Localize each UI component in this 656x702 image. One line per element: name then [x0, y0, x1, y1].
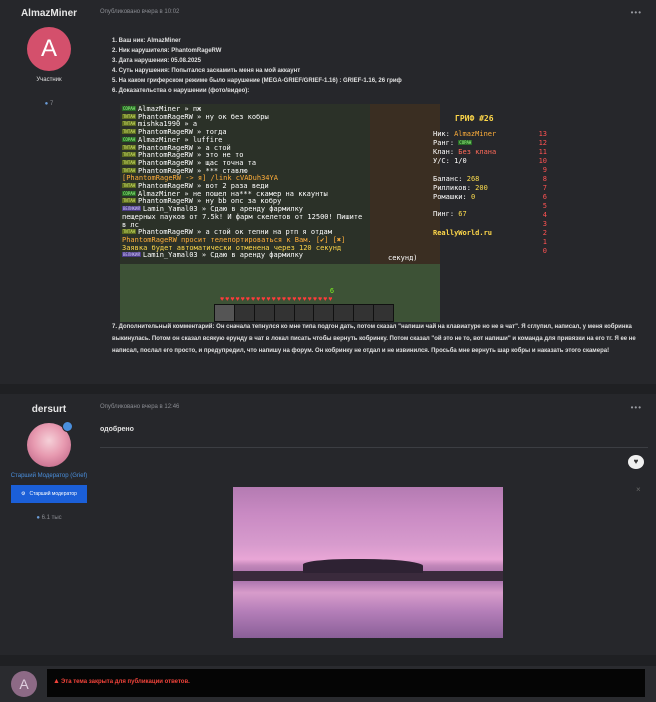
comment-icon: ● — [36, 515, 40, 521]
scoreboard-number: 1 — [542, 238, 547, 246]
rank-tag: ТИТАН — [122, 167, 137, 173]
rank-tag: ТИТАН — [122, 113, 137, 119]
scoreboard-number: 9 — [542, 166, 547, 174]
tree-silhouette — [303, 559, 423, 573]
author-name[interactable]: dersurt — [0, 404, 98, 415]
chat-message: в лс — [122, 220, 139, 229]
chat-message: пещерных пауков от 7.5k! И фарм скелетов… — [122, 212, 363, 221]
scoreboard-number: 6 — [542, 193, 547, 201]
hotbar-slot — [275, 305, 295, 321]
post-line: 2. Ник нарушителя: PhantomRageRW — [112, 48, 222, 54]
hotbar-slot — [255, 305, 275, 321]
warning-icon: ▲ — [53, 678, 60, 685]
signature-divider — [100, 447, 648, 448]
rank-tag: ТИТАН — [122, 198, 137, 204]
post-divider — [0, 655, 656, 666]
rank-tag: ВЕЛИКИЙ — [122, 206, 141, 212]
scoreboard-title: ГРИФ #26 — [455, 114, 494, 123]
side-text: секунд) — [388, 254, 418, 262]
post-menu-button[interactable]: ••• — [631, 8, 642, 17]
topic-closed-notice: ▲ Эта тема закрыта для публикации ответо… — [47, 669, 645, 697]
rank-tag: ТИТАН — [122, 159, 137, 165]
scoreboard-number: 11 — [538, 148, 547, 156]
player-name: Lamin_Yamal03 — [142, 251, 198, 260]
close-icon[interactable]: × — [636, 485, 641, 494]
scoreboard-number: 7 — [542, 184, 547, 192]
rank-tag: ТИТАН — [122, 144, 137, 150]
rank-tag: СОРАН — [122, 106, 137, 111]
scoreboard-number: 10 — [538, 157, 547, 165]
hotbar-slot — [314, 305, 335, 321]
hotbar-slot — [295, 305, 315, 321]
author-role: Старший Модератор (Grief) — [10, 473, 88, 479]
health-hearts: ♥♥♥♥♥♥♥♥♥♥♥♥♥♥♥♥♥♥♥♥♥♥ — [220, 296, 334, 303]
post-count: ● 7 — [44, 101, 54, 107]
xp-level: 6 — [330, 288, 334, 295]
post-text: одобрено — [100, 426, 134, 433]
scoreboard-number: 4 — [542, 211, 547, 219]
evidence-screenshot[interactable]: СОРАН AlmazMiner » пж ТИТАН PhantomRageRW »… — [120, 104, 440, 322]
chat-line: пещерных пауков от 7.5k! И фарм скелетов… — [122, 212, 440, 222]
post-line: 4. Суть нарушения: Попытался заскамить м… — [112, 68, 301, 74]
rank-tag: ТИТАН — [122, 152, 137, 158]
author-role: Участник — [36, 77, 62, 83]
avatar[interactable] — [27, 421, 73, 467]
avatar[interactable]: A — [11, 671, 37, 697]
scoreboard-number: 12 — [538, 139, 547, 147]
scoreboard: ГРИФ #26 Ник: AlmazMiner Ранг: СОРАН Кла… — [433, 114, 547, 255]
post-line: 5. На каком гриферском режиме было наруш… — [112, 78, 402, 84]
scoreboard-number: 8 — [542, 175, 547, 183]
scoreboard-number: 13 — [538, 130, 547, 138]
hotbar-slot — [334, 305, 355, 321]
rank-tag: ТИТАН — [122, 183, 137, 189]
scoreboard-number: 0 — [542, 247, 547, 255]
chat-message: » ну ок без кобры — [192, 112, 269, 121]
hotbar-slot — [374, 305, 393, 321]
post-count: ● 6.1 тыс — [36, 515, 62, 521]
scoreboard-number: 2 — [542, 229, 547, 237]
moderator-icon: ⚙ — [21, 491, 26, 497]
rank-tag: СОРАН — [122, 136, 137, 142]
post-almazminer: AlmazMiner A Участник ● 7 Опубликовано в… — [0, 0, 656, 384]
post-timestamp[interactable]: Опубликовано вчера в 10:02 — [100, 9, 179, 15]
scoreboard-number: 3 — [542, 220, 547, 228]
game-chat: СОРАН AlmazMiner » пж ТИТАН PhantomRageRW »… — [122, 105, 440, 260]
hotbar-slot — [235, 305, 255, 321]
post-timestamp[interactable]: Опубликовано вчера в 12:46 — [100, 404, 179, 410]
avatar[interactable]: A — [27, 27, 71, 71]
post-line: 6. Доказательства о нарушении (фото/виде… — [112, 88, 250, 94]
post-author-block: dersurt Старший Модератор (Grief) ⚙ Стар… — [0, 404, 98, 521]
post-comment: 7. Дополнительный комментарий: Он сначал… — [112, 324, 636, 354]
signature-image — [233, 487, 503, 638]
heart-icon[interactable]: ♥ — [628, 455, 644, 469]
post-body: 1. Ваш ник: AlmazMiner 2. Ник нарушителя… — [112, 36, 402, 96]
post-author-block: AlmazMiner A Участник ● 7 — [0, 8, 98, 107]
staff-badge: ⚙ Старший модератор — [11, 485, 87, 503]
online-indicator-icon — [62, 421, 73, 432]
post-menu-button[interactable]: ••• — [631, 403, 642, 412]
rank-tag: ТИТАН — [122, 129, 137, 135]
hotbar-slot — [354, 305, 375, 321]
rank-tag: СОРАН — [122, 190, 137, 196]
comment-icon: ● — [44, 101, 49, 107]
rank-tag: ТИТАН — [122, 121, 137, 127]
post-divider — [0, 384, 656, 394]
rank-tag: ТИТАН — [122, 229, 137, 235]
hotbar-slot — [215, 305, 235, 321]
rank-tag: ВЕЛИКИЙ — [122, 252, 141, 258]
scoreboard-number: 5 — [542, 202, 547, 210]
post-line: 1. Ваш ник: AlmazMiner — [112, 38, 181, 44]
chat-message: » Сдаю в аренду фармилку — [197, 251, 304, 260]
post-line: 3. Дата нарушения: 05.08.2025 — [112, 58, 201, 64]
hotbar — [214, 304, 394, 322]
author-name[interactable]: AlmazMiner — [0, 8, 98, 19]
